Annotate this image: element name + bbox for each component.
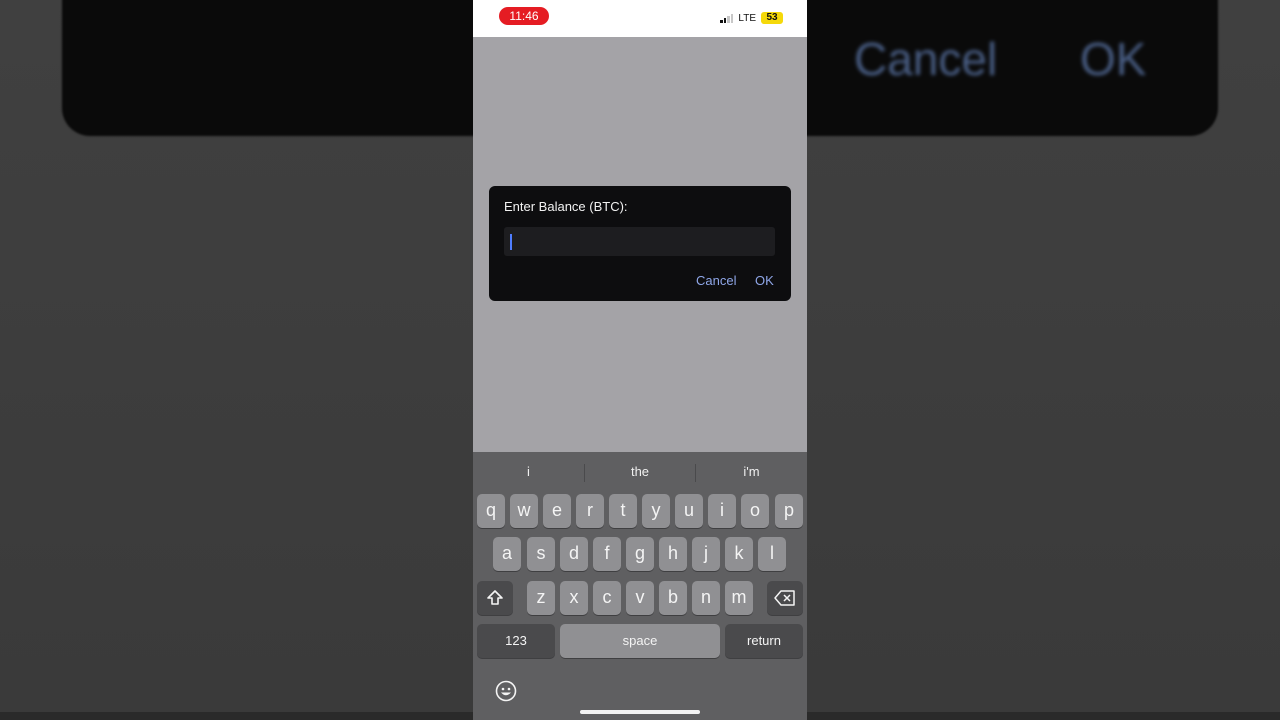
key[interactable]: u — [675, 494, 703, 528]
key[interactable]: q — [477, 494, 505, 528]
status-time: 11:46 — [499, 7, 549, 25]
key[interactable]: i — [708, 494, 736, 528]
suggestion-item[interactable]: i'm — [696, 452, 807, 492]
key[interactable]: z — [527, 581, 555, 615]
suggestion-item[interactable]: the — [584, 452, 696, 492]
emoji-icon[interactable] — [495, 680, 517, 702]
shift-icon — [487, 590, 503, 605]
suggestion-item[interactable]: i — [473, 452, 584, 492]
key[interactable]: r — [576, 494, 604, 528]
key[interactable]: t — [609, 494, 637, 528]
cancel-button[interactable]: Cancel — [696, 273, 736, 288]
key[interactable]: s — [527, 537, 555, 571]
return-key[interactable]: return — [725, 624, 803, 658]
key[interactable]: n — [692, 581, 720, 615]
key[interactable]: h — [659, 537, 687, 571]
key[interactable]: w — [510, 494, 538, 528]
key[interactable]: c — [593, 581, 621, 615]
key[interactable]: b — [659, 581, 687, 615]
status-indicators: LTE 53 — [720, 11, 783, 25]
key[interactable]: e — [543, 494, 571, 528]
status-bar: 11:46 LTE 53 — [473, 0, 807, 37]
key[interactable]: m — [725, 581, 753, 615]
prompt-dialog: Enter Balance (BTC): Cancel OK — [489, 186, 791, 301]
background-ok-text: OK — [1080, 33, 1147, 85]
space-key[interactable]: space — [560, 624, 720, 658]
key[interactable]: p — [775, 494, 803, 528]
network-type: LTE — [738, 12, 756, 24]
key[interactable]: j — [692, 537, 720, 571]
key[interactable]: d — [560, 537, 588, 571]
key[interactable]: f — [593, 537, 621, 571]
key[interactable]: l — [758, 537, 786, 571]
shift-key[interactable] — [477, 581, 513, 615]
phone-screen: 11:46 LTE 53 Enter Balance (BTC): Cancel… — [473, 0, 807, 720]
battery-icon: 53 — [761, 12, 783, 24]
signal-icon — [720, 13, 734, 23]
background-cancel-text: Cancel — [854, 33, 998, 85]
numbers-key[interactable]: 123 — [477, 624, 555, 658]
key[interactable]: g — [626, 537, 654, 571]
keyboard: i the i'm q w e r t y u i o p a s d f g … — [473, 452, 807, 720]
ok-button[interactable]: OK — [755, 273, 774, 288]
text-cursor — [510, 234, 512, 250]
home-indicator[interactable] — [580, 710, 700, 714]
key[interactable]: x — [560, 581, 588, 615]
key[interactable]: k — [725, 537, 753, 571]
dialog-title: Enter Balance (BTC): — [504, 199, 628, 214]
backspace-icon — [774, 590, 795, 606]
key[interactable]: a — [493, 537, 521, 571]
backspace-key[interactable] — [767, 581, 803, 615]
key[interactable]: o — [741, 494, 769, 528]
balance-input[interactable] — [504, 227, 775, 256]
key[interactable]: v — [626, 581, 654, 615]
key[interactable]: y — [642, 494, 670, 528]
